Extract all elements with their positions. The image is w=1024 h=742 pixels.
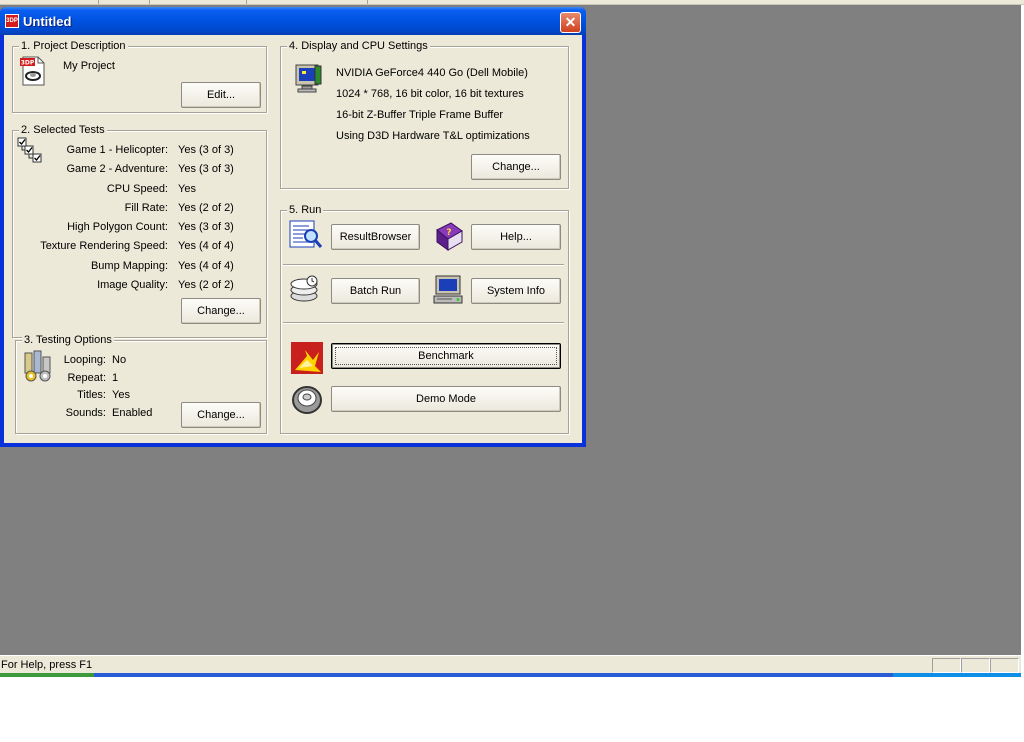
toolbar-segment xyxy=(247,0,368,4)
title-bar[interactable]: 3DP Untitled ✕ xyxy=(0,7,586,35)
option-label: Titles: xyxy=(77,389,106,401)
test-label: CPU Speed: xyxy=(106,183,168,195)
demo-mode-button[interactable]: Demo Mode xyxy=(331,386,561,412)
benchmark-button-label: Benchmark xyxy=(335,347,557,365)
monitor-settings-icon xyxy=(293,62,323,94)
run-separator xyxy=(283,264,564,266)
app-icon: 3DP xyxy=(5,14,19,28)
batch-run-button[interactable]: Batch Run xyxy=(331,278,420,304)
test-label: Bump Mapping: xyxy=(90,260,168,272)
checklist-icon xyxy=(17,137,45,165)
display-resolution: 1024 * 768, 16 bit color, 16 bit texture… xyxy=(336,88,524,100)
result-browser-button[interactable]: ResultBrowser xyxy=(331,224,420,250)
project-description-group: 1. Project Description 3DP My Project Ed… xyxy=(12,40,267,113)
status-bar: For Help, press F1 xyxy=(0,655,1021,674)
dialog-client: 1. Project Description 3DP My Project Ed… xyxy=(4,35,582,443)
test-label: Game 1 - Helicopter: xyxy=(66,144,168,156)
start-button-strip[interactable] xyxy=(0,673,94,677)
option-label: Repeat: xyxy=(67,372,106,384)
testing-options-icon xyxy=(21,349,55,383)
tests-legend: 2. Selected Tests xyxy=(19,124,107,136)
status-text: For Help, press F1 xyxy=(1,659,93,671)
test-label: Texture Rendering Speed: xyxy=(40,240,168,252)
run-legend: 5. Run xyxy=(287,204,324,216)
change-display-button[interactable]: Change... xyxy=(471,154,561,180)
options-legend: 3. Testing Options xyxy=(22,334,114,346)
status-pane xyxy=(961,658,990,673)
test-label: High Polygon Count: xyxy=(67,221,168,233)
close-button[interactable]: ✕ xyxy=(560,12,581,33)
project-legend: 1. Project Description xyxy=(19,40,128,52)
system-tray-strip xyxy=(893,673,1021,677)
system-info-button[interactable]: System Info xyxy=(471,278,561,304)
display-optimizations: Using D3D Hardware T&L optimizations xyxy=(336,130,530,142)
display-legend: 4. Display and CPU Settings xyxy=(287,40,430,52)
status-pane xyxy=(932,658,961,673)
main-dialog: 3DP Untitled ✕ 1. Project Description 3D… xyxy=(0,7,586,447)
option-value: Enabled xyxy=(112,407,153,419)
window-title: Untitled xyxy=(23,14,72,29)
selected-tests-group: 2. Selected Tests Game 1 - Helicopter: Y… xyxy=(12,124,267,338)
test-value: Yes xyxy=(178,183,196,195)
change-tests-button[interactable]: Change... xyxy=(181,298,261,324)
test-value: Yes (3 of 3) xyxy=(178,144,234,156)
option-value: Yes xyxy=(112,389,130,401)
status-pane xyxy=(990,658,1019,673)
run-group: 5. Run ResultBrowser ? Help... Batch Run… xyxy=(280,204,569,434)
taskbar-strip xyxy=(0,673,1021,677)
help-button[interactable]: Help... xyxy=(471,224,561,250)
project-name: My Project xyxy=(63,60,115,72)
help-book-icon: ? xyxy=(431,220,465,252)
project-file-icon: 3DP xyxy=(19,55,47,87)
test-value: Yes (3 of 3) xyxy=(178,221,234,233)
batch-run-icon xyxy=(289,274,323,306)
benchmark-button[interactable]: Benchmark xyxy=(331,343,561,369)
display-buffers: 16-bit Z-Buffer Triple Frame Buffer xyxy=(336,109,504,121)
svg-text:?: ? xyxy=(446,228,451,238)
testing-options-group: 3. Testing Options Looping: No Repeat: 1… xyxy=(15,334,267,434)
test-label: Image Quality: xyxy=(97,279,168,291)
display-settings-group: 4. Display and CPU Settings NVIDIA GeFor… xyxy=(280,40,569,189)
run-separator xyxy=(283,322,564,324)
toolbar-segment xyxy=(150,0,247,4)
demo-mode-icon xyxy=(291,383,323,415)
system-info-icon xyxy=(432,274,466,306)
test-value: Yes (2 of 2) xyxy=(178,279,234,291)
toolbar-segment xyxy=(99,0,150,4)
test-value: Yes (2 of 2) xyxy=(178,202,234,214)
benchmark-icon xyxy=(291,342,323,374)
toolbar-segment xyxy=(0,0,99,4)
test-label: Fill Rate: xyxy=(124,202,168,214)
option-value: 1 xyxy=(112,372,119,384)
option-label: Looping: xyxy=(63,354,106,366)
test-value: Yes (4 of 4) xyxy=(178,240,234,252)
test-label: Game 2 - Adventure: xyxy=(66,163,169,175)
display-adapter: NVIDIA GeForce4 440 Go (Dell Mobile) xyxy=(336,67,528,79)
edit-project-button[interactable]: Edit... xyxy=(181,82,261,108)
svg-text:3DP: 3DP xyxy=(21,60,35,67)
change-options-button[interactable]: Change... xyxy=(181,402,261,428)
option-label: Sounds: xyxy=(65,407,106,419)
test-value: Yes (4 of 4) xyxy=(178,260,234,272)
result-browser-icon xyxy=(289,219,323,251)
test-value: Yes (3 of 3) xyxy=(178,163,234,175)
option-value: No xyxy=(112,354,127,366)
